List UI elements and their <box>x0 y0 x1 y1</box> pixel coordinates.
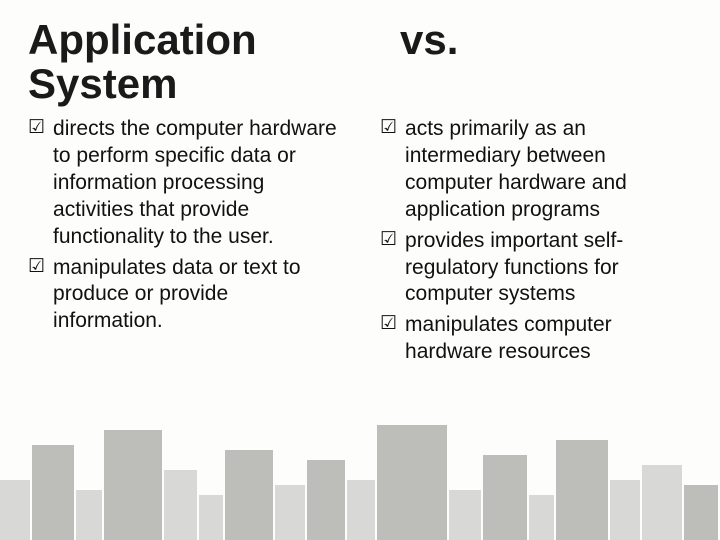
title-left-col: Application System <box>28 18 320 106</box>
list-item: ☑ manipulates data or text to produce or… <box>28 255 340 336</box>
bullet-text: provides important self-regulatory funct… <box>405 228 692 309</box>
bullet-text: acts primarily as an intermediary betwee… <box>405 116 692 224</box>
right-column: ☑ acts primarily as an intermediary betw… <box>380 116 692 370</box>
title-application: Application <box>28 18 320 62</box>
bullet-text: manipulates computer hardware resources <box>405 312 692 366</box>
checkbox-icon: ☑ <box>28 255 45 280</box>
list-item: ☑ manipulates computer hardware resource… <box>380 312 692 366</box>
list-item: ☑ acts primarily as an intermediary betw… <box>380 116 692 224</box>
slide: Application System vs. ☑ directs the com… <box>0 0 720 540</box>
checkbox-icon: ☑ <box>380 116 397 141</box>
content-columns: ☑ directs the computer hardware to perfo… <box>28 116 692 370</box>
title-system: System <box>28 62 320 106</box>
list-item: ☑ directs the computer hardware to perfo… <box>28 116 340 250</box>
bullet-text: directs the computer hardware to perform… <box>53 116 340 250</box>
title-vs: vs. <box>400 18 692 62</box>
checkbox-icon: ☑ <box>28 116 45 141</box>
list-item: ☑ provides important self-regulatory fun… <box>380 228 692 309</box>
title-row: Application System vs. <box>28 18 692 106</box>
bullet-text: manipulates data or text to produce or p… <box>53 255 340 336</box>
checkbox-icon: ☑ <box>380 312 397 337</box>
left-column: ☑ directs the computer hardware to perfo… <box>28 116 340 370</box>
checkbox-icon: ☑ <box>380 228 397 253</box>
skyline-decoration <box>0 410 720 540</box>
title-right-col: vs. <box>400 18 692 106</box>
